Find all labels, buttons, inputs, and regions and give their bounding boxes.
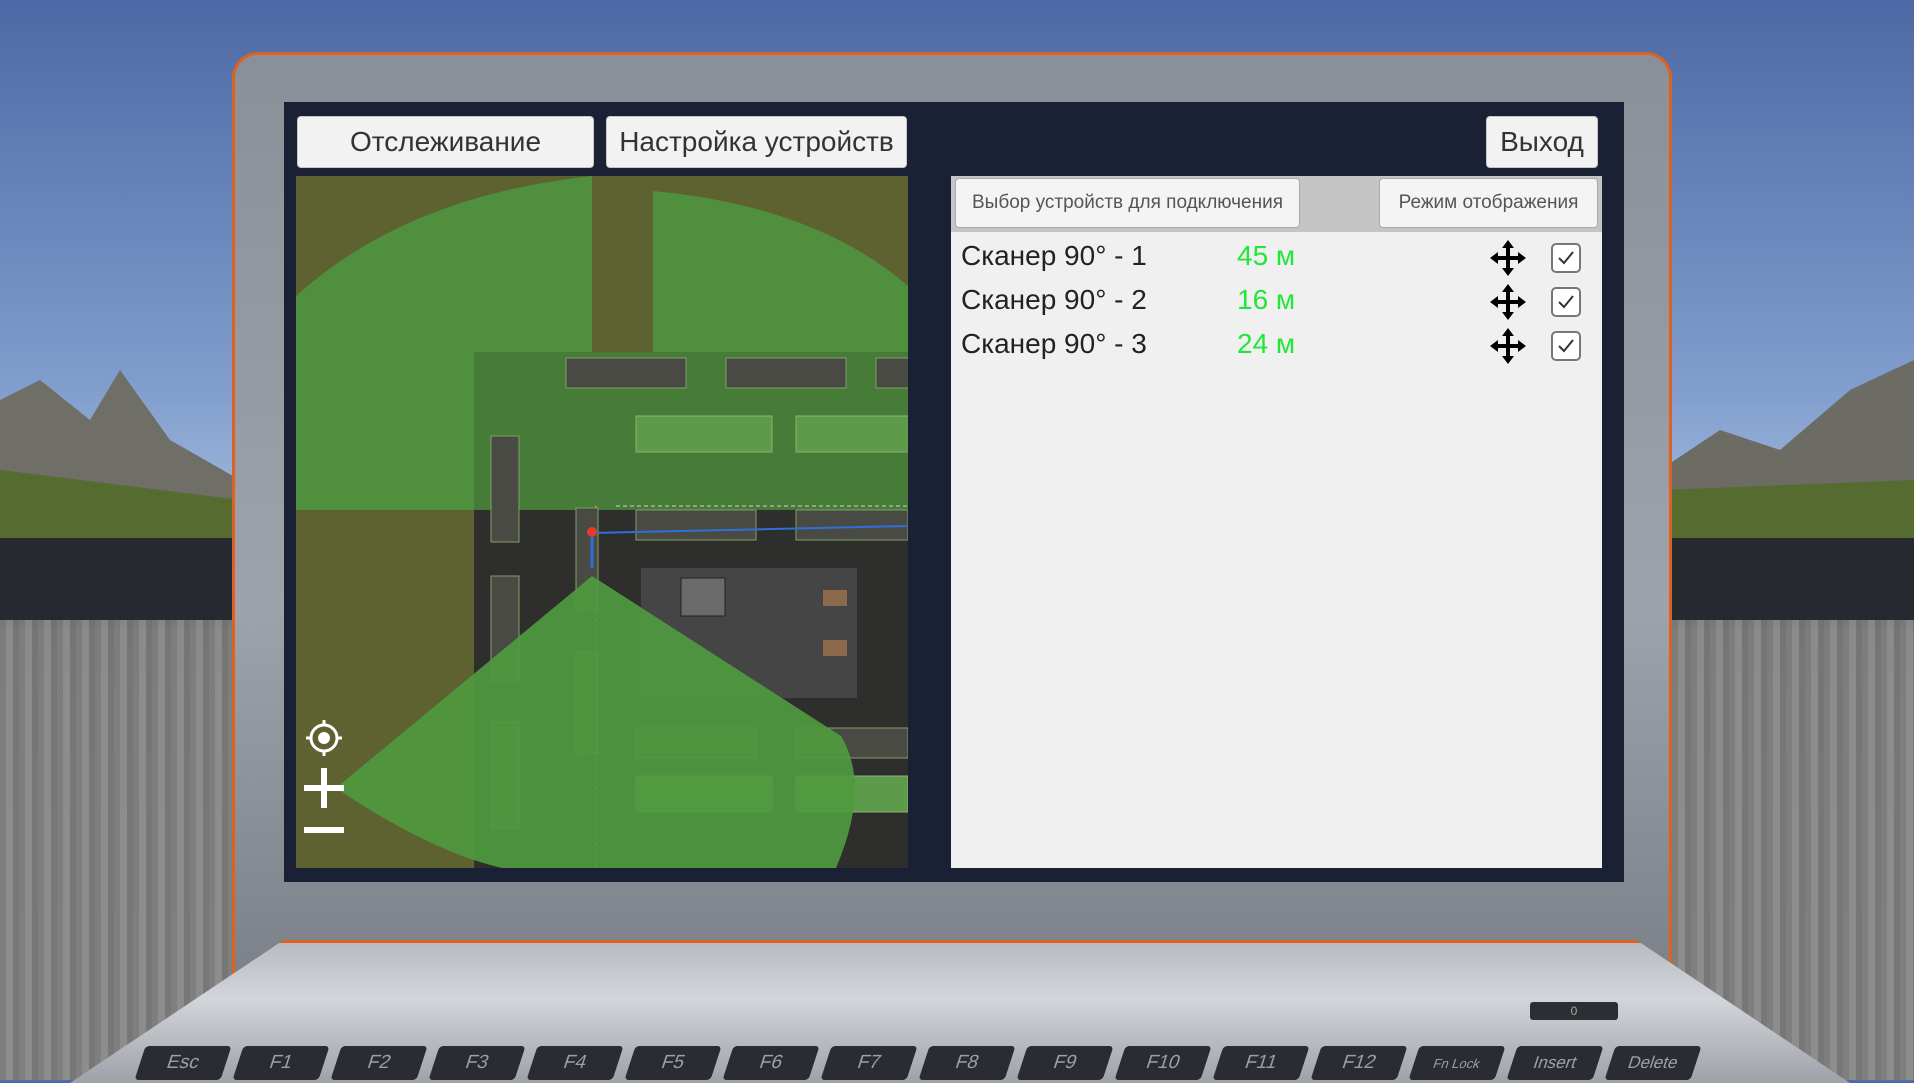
- key: F8: [918, 1046, 1016, 1080]
- zoom-out-icon[interactable]: [304, 824, 344, 836]
- device-distance: 45 м: [1237, 240, 1296, 271]
- device-name: Сканер 90° - 1: [961, 240, 1147, 271]
- tracking-button[interactable]: Отслеживание: [297, 116, 594, 168]
- key: F2: [330, 1046, 428, 1080]
- key: F3: [428, 1046, 526, 1080]
- key: F11: [1212, 1046, 1310, 1080]
- key: Delete: [1604, 1046, 1702, 1080]
- key: Fn Lock: [1408, 1046, 1506, 1080]
- map-view[interactable]: [296, 176, 908, 868]
- device-row[interactable]: Сканер 90° - 1 45 м: [961, 238, 1591, 278]
- device-row[interactable]: Сканер 90° - 2 16 м: [961, 282, 1591, 322]
- check-icon: [1558, 339, 1574, 353]
- key: F4: [526, 1046, 624, 1080]
- check-icon: [1558, 295, 1574, 309]
- locate-icon[interactable]: [304, 718, 344, 758]
- device-distance: 16 м: [1237, 284, 1296, 315]
- keyboard: Esc F1 F2 F3 F4 F5 F6 F7 F8 F9 F10 F11 F…: [134, 1046, 1780, 1080]
- power-key: 0: [1530, 1002, 1618, 1020]
- key: F12: [1310, 1046, 1408, 1080]
- device-checkbox[interactable]: [1551, 243, 1581, 273]
- mountains-right: [1660, 360, 1914, 540]
- key: Insert: [1506, 1046, 1604, 1080]
- tab-select-devices[interactable]: Выбор устройств для подключения: [955, 178, 1300, 228]
- mountains-left: [0, 370, 240, 540]
- device-name: Сканер 90° - 2: [961, 284, 1147, 315]
- device-row[interactable]: Сканер 90° - 3 24 м: [961, 326, 1591, 366]
- key: F5: [624, 1046, 722, 1080]
- device-checkbox[interactable]: [1551, 331, 1581, 361]
- device-distance: 24 м: [1237, 328, 1296, 359]
- device-setup-button[interactable]: Настройка устройств: [606, 116, 907, 168]
- key: F9: [1016, 1046, 1114, 1080]
- device-panel: Выбор устройств для подключения Режим от…: [951, 176, 1602, 868]
- device-name: Сканер 90° - 3: [961, 328, 1147, 359]
- key: F10: [1114, 1046, 1212, 1080]
- device-marker[interactable]: [587, 527, 597, 537]
- key: F7: [820, 1046, 918, 1080]
- key: F1: [232, 1046, 330, 1080]
- move-icon[interactable]: [1488, 238, 1528, 278]
- map-canvas: [296, 176, 908, 868]
- zoom-in-icon[interactable]: [302, 766, 346, 810]
- device-checkbox[interactable]: [1551, 287, 1581, 317]
- check-icon: [1558, 251, 1574, 265]
- key: Esc: [134, 1046, 232, 1080]
- move-icon[interactable]: [1488, 326, 1528, 366]
- key: F6: [722, 1046, 820, 1080]
- tab-display-mode[interactable]: Режим отображения: [1379, 178, 1598, 228]
- exit-button[interactable]: Выход: [1486, 116, 1598, 168]
- move-icon[interactable]: [1488, 282, 1528, 322]
